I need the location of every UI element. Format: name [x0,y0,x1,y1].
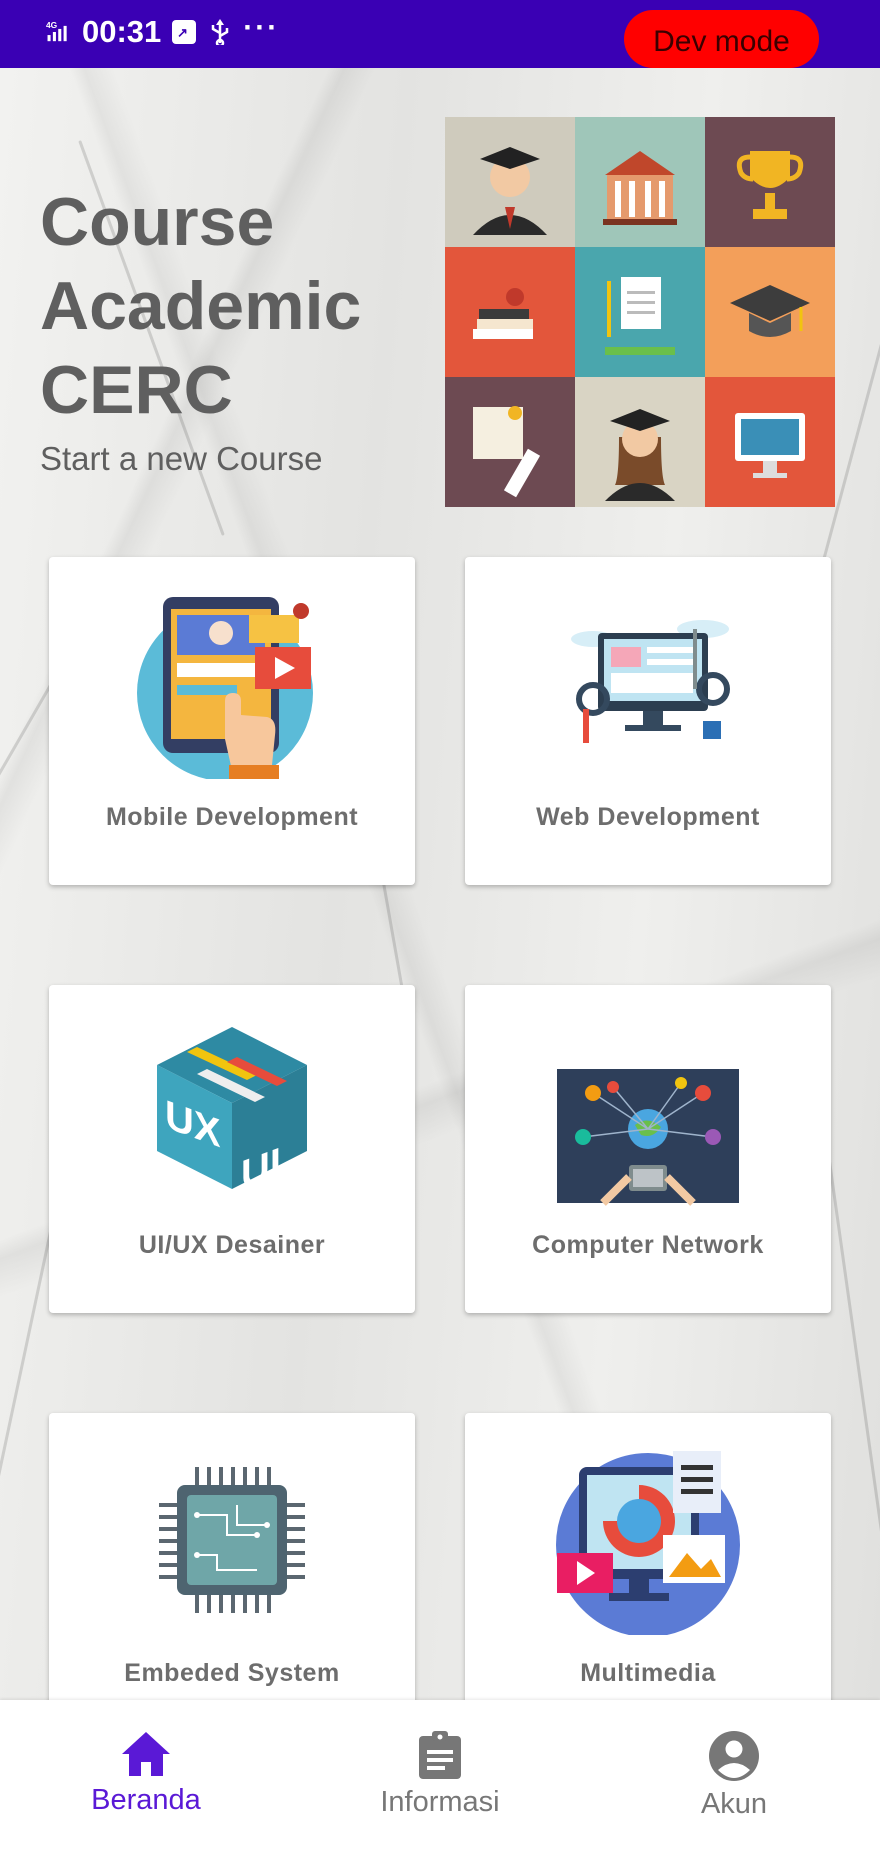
ui-ux-cube-icon: UX UI [157,1027,307,1198]
nav-item-informasi[interactable]: Informasi [330,1730,550,1819]
notepad-icon [575,247,705,377]
more-notifications-icon: ··· [243,11,280,44]
title-line: Academic [40,268,362,344]
course-label: UI/UX Desainer [138,1231,326,1259]
education-mosaic-image [445,117,835,507]
title-line: Course [40,184,275,260]
nav-label: Informasi [380,1786,500,1818]
nav-item-akun[interactable]: Akun [624,1730,844,1821]
graduate-woman-icon [575,377,705,507]
multimedia-icon [556,1451,740,1635]
course-card-ui-ux-desainer[interactable]: UX UI UI/UX Desainer [49,985,415,1313]
title-line: CERC [40,352,233,428]
web-development-icon [571,620,730,743]
main-content: Course Academic CERC Start a new Course [0,68,880,1700]
svg-text:4G: 4G [46,20,58,30]
status-bar-left: 4G 00:31 ↗ ··· [46,11,280,50]
microchip-icon [159,1467,305,1613]
books-apple-icon [445,247,575,377]
nav-item-beranda[interactable]: Beranda [36,1730,256,1817]
course-label: Multimedia [580,1659,716,1687]
computer-monitor-icon [705,377,835,507]
account-circle-icon [709,1731,759,1781]
graduation-cap-icon [705,247,835,377]
university-building-icon [575,117,705,247]
mobile-development-icon [137,597,313,779]
home-icon [122,1732,170,1776]
usb-icon [212,19,229,45]
course-card-mobile-development[interactable]: Mobile Development [49,557,415,885]
course-label: Embeded System [124,1659,340,1687]
computer-network-icon [557,1069,739,1206]
clipboard-icon [419,1731,461,1779]
course-label: Web Development [536,803,760,831]
course-card-embeded-system[interactable]: Embeded System [49,1413,415,1700]
page-title: Course Academic CERC [40,180,361,432]
graduate-man-icon [445,117,575,247]
dev-mode-badge[interactable]: Dev mode [624,10,819,68]
diploma-icon [445,377,575,507]
signal-icon: 4G [46,20,67,42]
trophy-icon [705,117,835,247]
notification-app-icon: ↗ [172,20,197,44]
course-card-computer-network[interactable]: Computer Network [465,985,831,1313]
clock: 00:31 [82,14,162,49]
status-bar: 4G 00:31 ↗ ··· Dev mode [0,0,880,68]
course-card-multimedia[interactable]: Multimedia [465,1413,831,1700]
bottom-navigation: Beranda Informasi Akun [0,1700,880,1858]
svg-text:↗: ↗ [177,25,188,40]
course-label: Mobile Development [105,803,359,831]
page-subtitle: Start a new Course [40,440,323,477]
course-card-web-development[interactable]: Web Development [465,557,831,885]
course-label: Computer Network [532,1231,764,1259]
nav-label: Beranda [91,1784,201,1816]
nav-label: Akun [700,1788,768,1820]
